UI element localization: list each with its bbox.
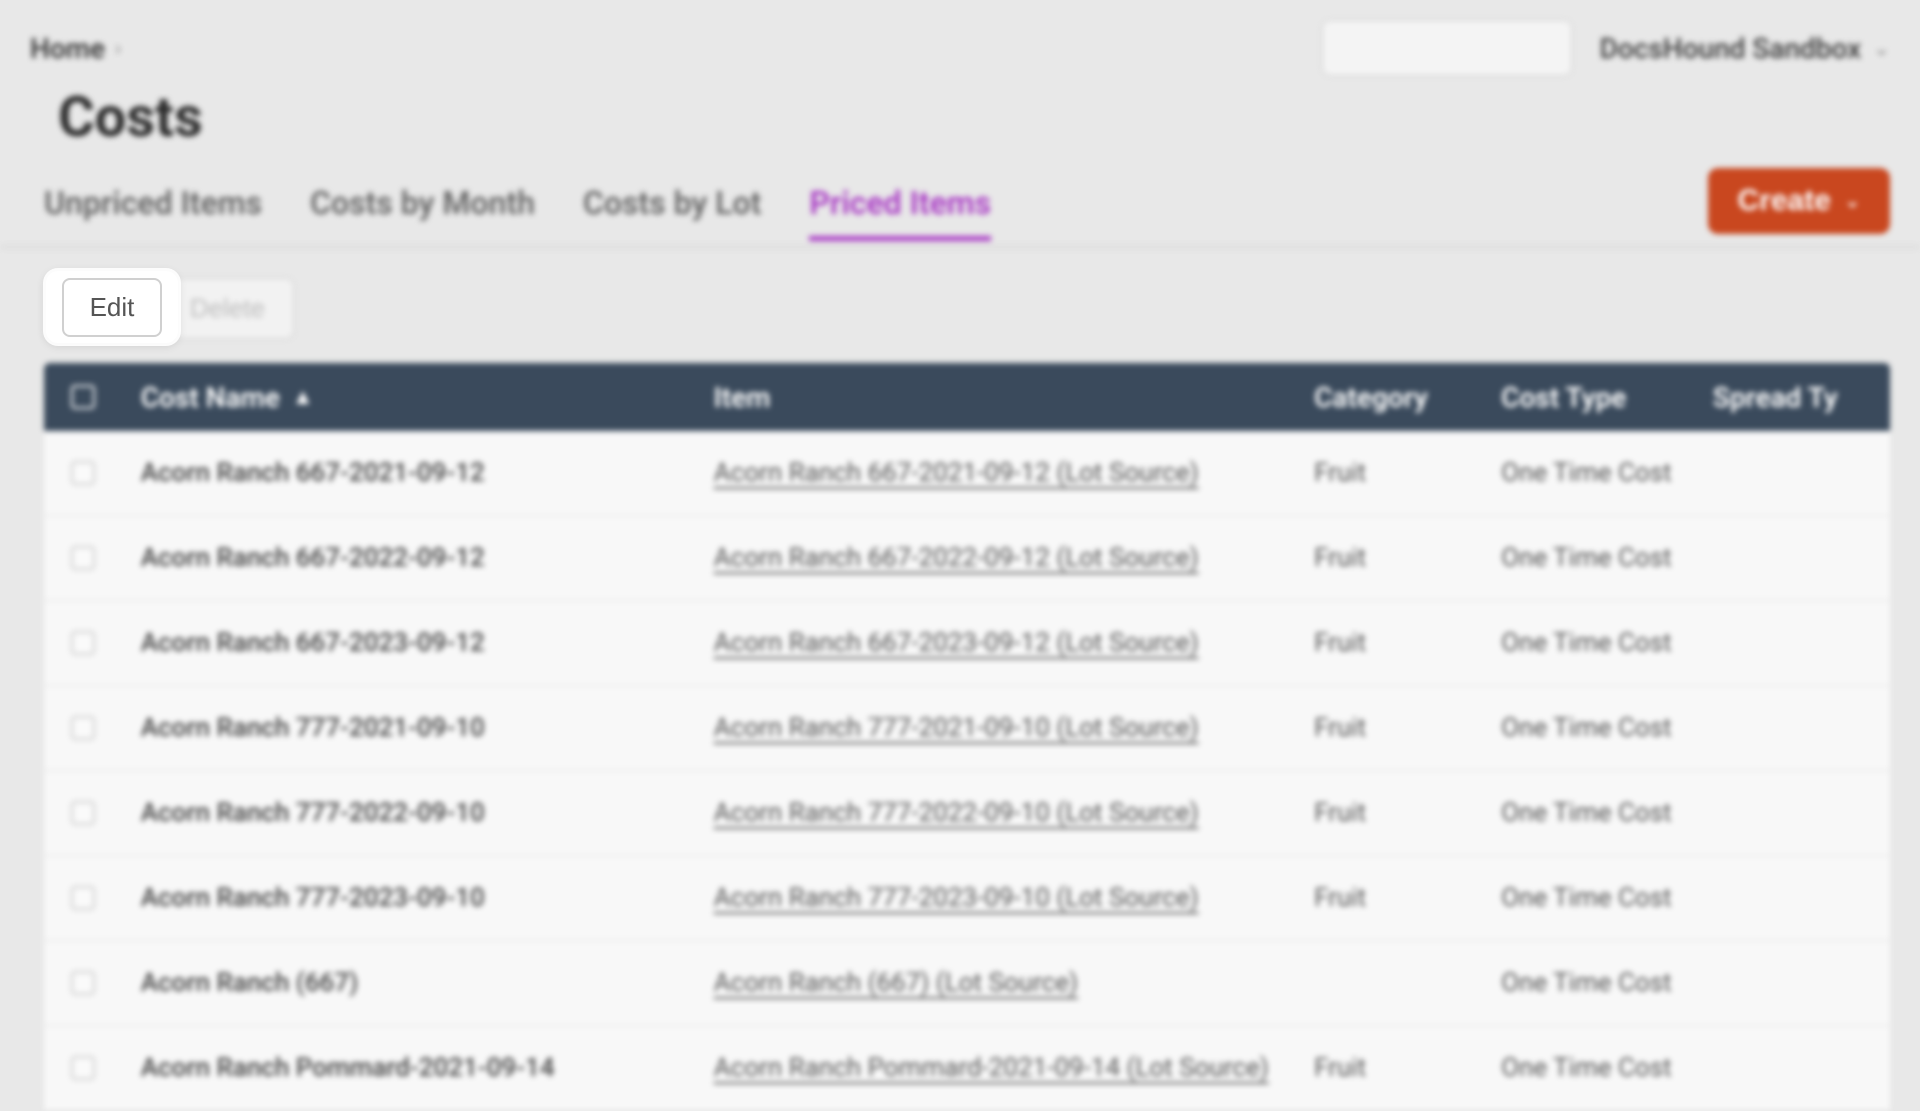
- table-row[interactable]: Acorn Ranch 777-2022-09-10Acorn Ranch 77…: [44, 771, 1890, 856]
- create-button[interactable]: Create ⌄: [1708, 168, 1890, 234]
- edit-button-highlight: Edit: [46, 271, 178, 343]
- search-field[interactable]: [1341, 35, 1629, 61]
- select-all-checkbox[interactable]: [71, 385, 95, 409]
- chevron-down-icon: ⌄: [1873, 36, 1890, 60]
- item-link[interactable]: Acorn Ranch (667) (Lot Source): [714, 968, 1078, 998]
- col-header-item[interactable]: Item: [714, 381, 1314, 414]
- chevron-down-icon: ⌄: [1845, 191, 1860, 212]
- costs-table: Cost Name ▲ Item Category Cost Type Spre…: [44, 363, 1890, 1111]
- item-link[interactable]: Acorn Ranch 777-2021-09-10 (Lot Source): [714, 713, 1199, 743]
- tab-costs-by-month[interactable]: Costs by Month: [310, 176, 535, 241]
- cell-cost-name: Acorn Ranch 667-2021-09-12: [123, 458, 714, 488]
- row-checkbox[interactable]: [71, 801, 95, 825]
- item-link[interactable]: Acorn Ranch Pommard-2021-09-14 (Lot Sour…: [714, 1053, 1269, 1083]
- sort-asc-icon: ▲: [292, 384, 314, 410]
- col-header-name-label: Cost Name: [141, 381, 280, 414]
- org-label: DocsHound Sandbox: [1600, 32, 1862, 65]
- cell-cost-type: One Time Cost: [1501, 798, 1713, 828]
- cell-item: Acorn Ranch 777-2023-09-10 (Lot Source): [714, 883, 1314, 913]
- table-row[interactable]: Acorn Ranch 667-2021-09-12Acorn Ranch 66…: [44, 431, 1890, 516]
- cell-category: Fruit: [1314, 798, 1501, 828]
- cell-item: Acorn Ranch (667) (Lot Source): [714, 968, 1314, 998]
- cell-cost-type: One Time Cost: [1501, 1053, 1713, 1083]
- col-header-cost-name[interactable]: Cost Name ▲: [123, 381, 714, 414]
- tab-unpriced-items[interactable]: Unpriced Items: [44, 176, 262, 241]
- cell-cost-type: One Time Cost: [1501, 543, 1713, 573]
- cell-cost-name: Acorn Ranch 777-2023-09-10: [123, 883, 714, 913]
- cell-cost-name: Acorn Ranch Pommard-2021-09-14: [123, 1053, 714, 1083]
- org-selector[interactable]: DocsHound Sandbox ⌄: [1600, 32, 1890, 65]
- cell-item: Acorn Ranch 667-2023-09-12 (Lot Source): [714, 628, 1314, 658]
- cell-item: Acorn Ranch Pommard-2021-09-14 (Lot Sour…: [714, 1053, 1314, 1083]
- table-row[interactable]: Acorn Ranch Pommard-2021-09-14Acorn Ranc…: [44, 1026, 1890, 1111]
- row-checkbox[interactable]: [71, 886, 95, 910]
- item-link[interactable]: Acorn Ranch 777-2023-09-10 (Lot Source): [714, 883, 1199, 913]
- cell-category: Fruit: [1314, 883, 1501, 913]
- table-row[interactable]: Acorn Ranch 667-2022-09-12Acorn Ranch 66…: [44, 516, 1890, 601]
- breadcrumb: Home ›: [30, 32, 121, 65]
- cell-category: Fruit: [1314, 1053, 1501, 1083]
- col-header-spread-type[interactable]: Spread Ty: [1713, 381, 1890, 414]
- item-link[interactable]: Acorn Ranch 667-2022-09-12 (Lot Source): [714, 543, 1199, 573]
- chevron-right-icon: ›: [115, 36, 121, 60]
- cell-cost-name: Acorn Ranch (667): [123, 968, 714, 998]
- cell-item: Acorn Ranch 777-2021-09-10 (Lot Source): [714, 713, 1314, 743]
- create-label: Create: [1738, 184, 1831, 218]
- cell-item: Acorn Ranch 667-2022-09-12 (Lot Source): [714, 543, 1314, 573]
- col-header-category[interactable]: Category: [1314, 381, 1501, 414]
- col-header-cost-type[interactable]: Cost Type: [1501, 381, 1713, 414]
- cell-category: Fruit: [1314, 543, 1501, 573]
- cell-cost-type: One Time Cost: [1501, 628, 1713, 658]
- row-checkbox[interactable]: [71, 1056, 95, 1080]
- tab-costs-by-lot[interactable]: Costs by Lot: [583, 176, 761, 241]
- breadcrumb-home[interactable]: Home: [30, 32, 105, 65]
- cell-cost-type: One Time Cost: [1501, 883, 1713, 913]
- search-input[interactable]: [1322, 20, 1572, 76]
- cell-cost-name: Acorn Ranch 777-2021-09-10: [123, 713, 714, 743]
- table-row[interactable]: Acorn Ranch 777-2023-09-10Acorn Ranch 77…: [44, 856, 1890, 941]
- cell-item: Acorn Ranch 777-2022-09-10 (Lot Source): [714, 798, 1314, 828]
- cell-cost-name: Acorn Ranch 777-2022-09-10: [123, 798, 714, 828]
- cell-cost-type: One Time Cost: [1501, 968, 1713, 998]
- tab-priced-items[interactable]: Priced Items: [809, 176, 991, 241]
- page-title: Costs: [30, 84, 1890, 150]
- cell-category: Fruit: [1314, 628, 1501, 658]
- table-row[interactable]: Acorn Ranch 667-2023-09-12Acorn Ranch 66…: [44, 601, 1890, 686]
- row-checkbox[interactable]: [71, 971, 95, 995]
- cell-category: Fruit: [1314, 458, 1501, 488]
- table-row[interactable]: Acorn Ranch 777-2021-09-10Acorn Ranch 77…: [44, 686, 1890, 771]
- tabs: Unpriced Items Costs by Month Costs by L…: [44, 176, 991, 239]
- cell-cost-name: Acorn Ranch 667-2023-09-12: [123, 628, 714, 658]
- cell-cost-name: Acorn Ranch 667-2022-09-12: [123, 543, 714, 573]
- cell-cost-type: One Time Cost: [1501, 713, 1713, 743]
- delete-button[interactable]: Delete: [161, 278, 294, 339]
- cell-category: Fruit: [1314, 713, 1501, 743]
- row-checkbox[interactable]: [71, 546, 95, 570]
- edit-button-focused[interactable]: Edit: [62, 278, 163, 337]
- row-checkbox[interactable]: [71, 716, 95, 740]
- item-link[interactable]: Acorn Ranch 667-2021-09-12 (Lot Source): [714, 458, 1199, 488]
- row-checkbox[interactable]: [71, 461, 95, 485]
- table-header: Cost Name ▲ Item Category Cost Type Spre…: [44, 363, 1890, 431]
- item-link[interactable]: Acorn Ranch 777-2022-09-10 (Lot Source): [714, 798, 1199, 828]
- table-row[interactable]: Acorn Ranch (667)Acorn Ranch (667) (Lot …: [44, 941, 1890, 1026]
- cell-cost-type: One Time Cost: [1501, 458, 1713, 488]
- item-link[interactable]: Acorn Ranch 667-2023-09-12 (Lot Source): [714, 628, 1199, 658]
- cell-item: Acorn Ranch 667-2021-09-12 (Lot Source): [714, 458, 1314, 488]
- row-checkbox[interactable]: [71, 631, 95, 655]
